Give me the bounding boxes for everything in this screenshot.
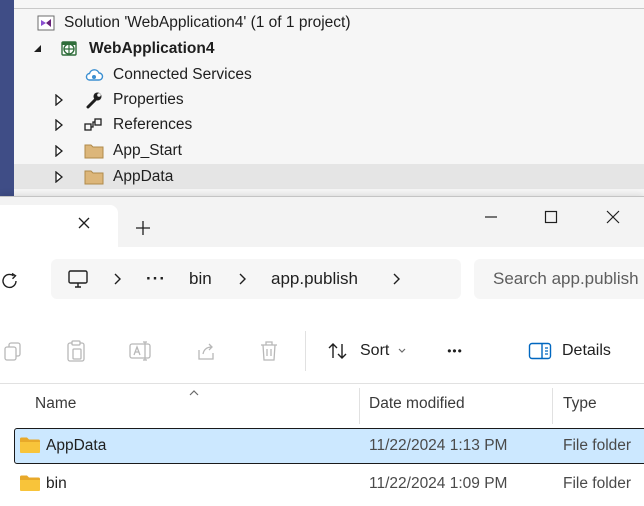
properties-label: Properties xyxy=(113,90,184,108)
collapsed-arrow-icon[interactable] xyxy=(54,170,64,183)
file-type: File folder xyxy=(563,475,632,492)
file-name: bin xyxy=(46,475,67,492)
file-date-modified: 11/22/2024 1:13 PM xyxy=(369,437,508,454)
references-node[interactable]: References xyxy=(14,112,644,137)
copy-button[interactable] xyxy=(2,335,24,367)
file-name: AppData xyxy=(46,437,107,454)
paste-button[interactable] xyxy=(64,335,88,367)
app-start-label: App_Start xyxy=(113,141,182,159)
share-button[interactable] xyxy=(194,335,218,367)
solution-label: Solution 'WebApplication4' (1 of 1 proje… xyxy=(64,13,351,31)
cloud-icon xyxy=(84,65,104,85)
breadcrumb-app-publish[interactable]: app.publish xyxy=(271,259,358,299)
web-project-icon xyxy=(60,39,80,59)
appdata-label: AppData xyxy=(113,167,174,185)
minimize-button[interactable] xyxy=(464,197,518,237)
trash-icon xyxy=(261,341,277,361)
folder-icon xyxy=(19,436,41,454)
column-divider[interactable] xyxy=(552,388,553,424)
expanded-arrow-icon[interactable] xyxy=(32,43,42,55)
command-bar: Sort ••• Details xyxy=(0,317,644,384)
paste-icon xyxy=(67,340,85,362)
this-pc-icon[interactable] xyxy=(67,269,89,289)
chevron-right-icon[interactable] xyxy=(238,272,248,286)
more-options-button[interactable]: ••• xyxy=(440,335,470,367)
close-icon xyxy=(606,210,620,224)
rename-icon xyxy=(129,341,151,361)
project-label: WebApplication4 xyxy=(89,39,215,57)
connected-services-node[interactable]: Connected Services xyxy=(14,62,644,87)
collapsed-arrow-icon[interactable] xyxy=(54,144,64,157)
collapsed-arrow-icon[interactable] xyxy=(54,93,64,106)
file-row-appdata[interactable]: AppData 11/22/2024 1:13 PM File folder xyxy=(0,428,644,464)
appdata-folder-node[interactable]: AppData xyxy=(14,164,644,189)
sort-icon xyxy=(328,343,347,359)
references-icon xyxy=(84,115,104,135)
breadcrumb-bin[interactable]: bin xyxy=(189,259,212,299)
vs-left-strip xyxy=(0,0,14,198)
solution-node[interactable]: Solution 'WebApplication4' (1 of 1 proje… xyxy=(14,10,644,35)
file-row-bin[interactable]: bin 11/22/2024 1:09 PM File folder xyxy=(0,466,644,502)
details-label: Details xyxy=(562,342,611,359)
file-date-modified: 11/22/2024 1:09 PM xyxy=(369,475,508,492)
more-options-icon: ••• xyxy=(447,344,463,358)
share-icon xyxy=(198,343,214,360)
tab-bar xyxy=(0,197,644,247)
minimize-icon xyxy=(485,216,497,218)
solution-icon xyxy=(36,13,56,33)
connected-services-label: Connected Services xyxy=(113,65,252,83)
search-box[interactable]: Search app.publish xyxy=(474,259,644,299)
chevron-right-icon[interactable] xyxy=(113,272,123,286)
solution-explorer: Solution 'WebApplication4' (1 of 1 proje… xyxy=(0,0,644,198)
folder-icon xyxy=(84,167,104,187)
project-node[interactable]: WebApplication4 xyxy=(14,36,644,61)
breadcrumb-overflow[interactable]: ··· xyxy=(146,259,166,299)
details-pane-button[interactable]: Details xyxy=(528,335,618,367)
sort-indicator-icon xyxy=(188,384,200,396)
collapsed-arrow-icon[interactable] xyxy=(54,118,64,131)
delete-button[interactable] xyxy=(258,335,280,367)
column-divider[interactable] xyxy=(359,388,360,424)
rename-button[interactable] xyxy=(128,335,154,367)
copy-icon xyxy=(4,342,21,361)
pane-top-edge xyxy=(14,0,644,9)
sort-label: Sort xyxy=(360,342,390,359)
close-window-button[interactable] xyxy=(586,197,640,237)
file-type: File folder xyxy=(563,437,632,454)
search-placeholder[interactable]: Search app.publish xyxy=(493,259,639,299)
column-header-type[interactable]: Type xyxy=(563,384,597,424)
selection-highlight xyxy=(14,428,644,464)
refresh-icon[interactable] xyxy=(0,271,20,291)
references-label: References xyxy=(113,115,193,133)
toolbar-divider xyxy=(305,331,306,371)
file-explorer-window: ··· bin app.publish Search app.publish S… xyxy=(0,196,644,506)
column-header-name[interactable]: Name xyxy=(35,384,76,424)
close-tab-icon[interactable] xyxy=(76,215,92,231)
address-bar[interactable]: ··· bin app.publish xyxy=(51,259,461,299)
address-bar-row: ··· bin app.publish Search app.publish xyxy=(0,247,644,317)
column-header-date-modified[interactable]: Date modified xyxy=(369,384,465,424)
chevron-right-icon[interactable] xyxy=(392,272,402,286)
app-start-folder-node[interactable]: App_Start xyxy=(14,138,644,163)
maximize-icon xyxy=(544,210,558,224)
folder-icon xyxy=(19,474,41,492)
column-header-row: Name Date modified Type xyxy=(0,384,644,424)
active-tab[interactable] xyxy=(0,205,118,247)
sort-button[interactable]: Sort xyxy=(327,335,413,367)
folder-icon xyxy=(84,141,104,161)
new-tab-icon[interactable] xyxy=(134,219,152,237)
wrench-icon xyxy=(84,90,104,110)
maximize-button[interactable] xyxy=(524,197,578,237)
properties-node[interactable]: Properties xyxy=(14,87,644,112)
chevron-down-icon xyxy=(398,348,406,353)
details-pane-icon xyxy=(528,342,552,360)
